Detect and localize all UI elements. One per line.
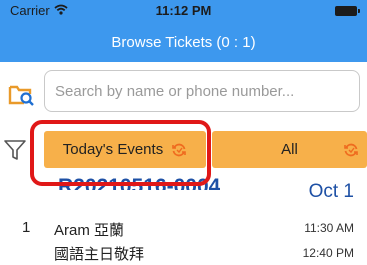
ticket-date: Oct 1: [308, 181, 354, 202]
event-time: 12:40 PM: [302, 246, 354, 260]
folder-search-icon[interactable]: [8, 82, 36, 108]
refresh-icon: [343, 142, 359, 158]
filter-icon[interactable]: [3, 138, 27, 162]
battery-icon: [335, 6, 360, 16]
highlight-box: [30, 120, 211, 186]
attendee-name[interactable]: Aram 亞蘭: [54, 219, 124, 240]
all-label: All: [281, 141, 298, 158]
row-index: 1: [22, 219, 31, 236]
clock: 11:12 PM: [155, 3, 212, 18]
all-button[interactable]: All: [212, 131, 367, 168]
search-input[interactable]: [44, 70, 360, 112]
page-title: Browse Tickets (0 : 1): [111, 34, 256, 51]
app-header: Carrier 11:12 PM Browse Tickets (0 : 1): [0, 0, 367, 62]
event-name: 國語主日敬拜: [54, 246, 145, 263]
status-bar: Carrier 11:12 PM: [0, 0, 367, 22]
ticket-time: 11:30 AM: [304, 221, 354, 235]
